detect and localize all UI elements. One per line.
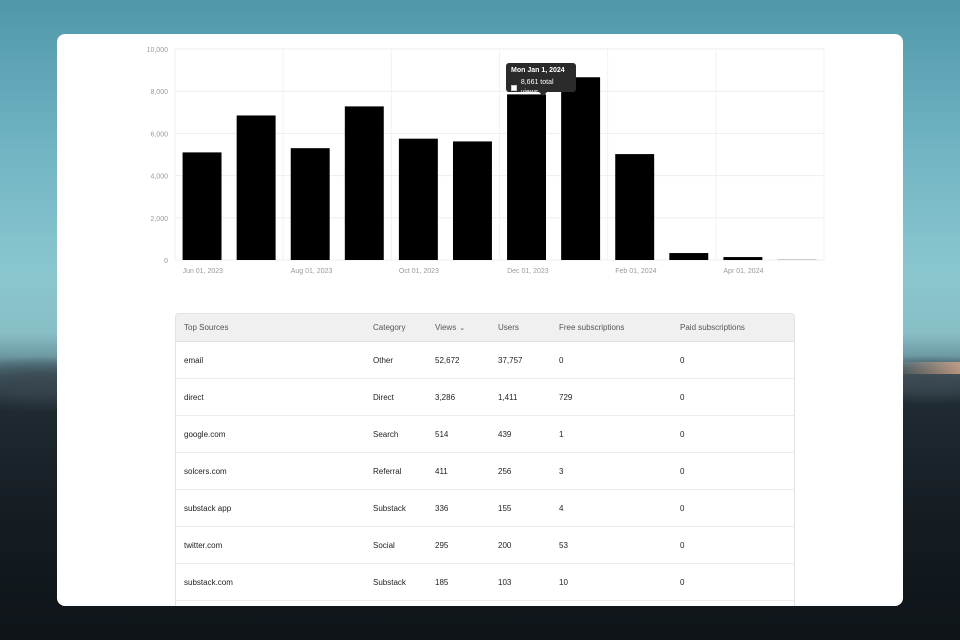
users-cell: 103 bbox=[498, 577, 512, 587]
table-row[interactable]: direct Direct 3,286 1,411 729 0 bbox=[176, 379, 794, 416]
source-cell[interactable]: substack app bbox=[176, 504, 365, 513]
header-paid-subscriptions[interactable]: Paid subscriptions bbox=[672, 323, 794, 332]
paid-subscriptions-cell: 0 bbox=[680, 577, 685, 587]
bar-6[interactable] bbox=[452, 141, 492, 260]
header-top-sources[interactable]: Top Sources bbox=[176, 323, 365, 332]
source-cell[interactable]: google.com bbox=[176, 430, 365, 439]
users-cell: 37,757 bbox=[498, 355, 523, 365]
tooltip-date: Mon Jan 1, 2024 bbox=[511, 67, 565, 74]
free-subscriptions-cell: 3 bbox=[559, 466, 564, 476]
paid-subscriptions-cell: 0 bbox=[680, 503, 685, 513]
header-users[interactable]: Users bbox=[490, 323, 551, 332]
source-cell[interactable]: twitter.com bbox=[176, 541, 365, 550]
bar-11[interactable] bbox=[723, 257, 763, 260]
tooltip-swatch-icon bbox=[511, 85, 517, 91]
source-cell[interactable]: email bbox=[176, 356, 365, 365]
y-tick-label: 8,000 bbox=[150, 89, 168, 96]
free-subscriptions-cell: 729 bbox=[559, 392, 573, 402]
views-cell: 411 bbox=[435, 466, 448, 476]
category-cell: Referral bbox=[373, 466, 402, 476]
free-subscriptions-cell: 53 bbox=[559, 540, 568, 550]
source-cell[interactable]: solcers.com bbox=[176, 467, 365, 476]
views-bar-chart: 0 2,000 4,000 6,000 8,000 10,000 Jun 01, 2023 A… bbox=[57, 34, 903, 284]
table-header-row: Top Sources Category Views ⌄ Users Free s… bbox=[176, 314, 794, 342]
bar-12[interactable] bbox=[777, 259, 817, 260]
bar-9[interactable] bbox=[615, 154, 655, 260]
category-cell: Direct bbox=[373, 392, 394, 402]
paid-subscriptions-cell: 0 bbox=[680, 392, 685, 402]
table-row[interactable]: email Other 52,672 37,757 0 0 bbox=[176, 342, 794, 379]
users-cell: 439 bbox=[498, 429, 512, 439]
header-free-subscriptions[interactable]: Free subscriptions bbox=[551, 323, 672, 332]
x-tick-label: Oct 01, 2023 bbox=[399, 268, 439, 275]
bar-4[interactable] bbox=[344, 106, 384, 260]
category-cell: Other bbox=[373, 355, 394, 365]
bar-5[interactable] bbox=[398, 138, 438, 260]
bar-1[interactable] bbox=[182, 152, 222, 260]
paid-subscriptions-cell: 0 bbox=[680, 355, 685, 365]
table-row[interactable]: substack.com Substack 185 103 10 0 bbox=[176, 564, 794, 601]
y-tick-label: 6,000 bbox=[150, 131, 168, 138]
views-cell: 514 bbox=[435, 429, 449, 439]
top-sources-table: Top Sources Category Views ⌄ Users Free s… bbox=[175, 313, 795, 606]
bar-3[interactable] bbox=[290, 148, 330, 260]
users-cell: 200 bbox=[498, 540, 512, 550]
free-subscriptions-cell: 0 bbox=[559, 355, 564, 365]
bar-10[interactable] bbox=[669, 253, 709, 260]
y-tick-label: 10,000 bbox=[147, 47, 169, 54]
source-cell[interactable]: substack.com bbox=[176, 578, 365, 587]
free-subscriptions-cell: 4 bbox=[559, 503, 564, 513]
category-cell: Search bbox=[373, 429, 399, 439]
header-category[interactable]: Category bbox=[365, 323, 427, 332]
paid-subscriptions-cell: 0 bbox=[680, 540, 685, 550]
x-tick-label: Jun 01, 2023 bbox=[183, 268, 224, 275]
y-tick-label: 4,000 bbox=[150, 174, 168, 181]
views-cell: 295 bbox=[435, 540, 449, 550]
table-row[interactable]: twitter.com Social 295 200 53 0 bbox=[176, 527, 794, 564]
x-tick-label: Dec 01, 2023 bbox=[507, 268, 549, 275]
y-tick-label: 2,000 bbox=[150, 216, 168, 223]
x-tick-label: Aug 01, 2023 bbox=[291, 268, 333, 275]
chart-tooltip: Mon Jan 1, 2024 8,661 total views bbox=[506, 63, 576, 96]
free-subscriptions-cell: 1 bbox=[559, 429, 564, 439]
views-cell: 336 bbox=[435, 503, 449, 513]
y-tick-label: 0 bbox=[164, 258, 168, 265]
users-cell: 256 bbox=[498, 466, 512, 476]
x-tick-label: Feb 01, 2024 bbox=[615, 268, 656, 275]
stats-card: 0 2,000 4,000 6,000 8,000 10,000 Jun 01, 2023 A… bbox=[57, 34, 903, 606]
category-cell: Substack bbox=[373, 577, 406, 587]
chevron-down-icon: ⌄ bbox=[459, 325, 466, 332]
category-cell: Social bbox=[373, 540, 395, 550]
views-cell: 52,672 bbox=[435, 355, 460, 365]
tooltip-arrow-icon bbox=[539, 92, 547, 96]
category-cell: Substack bbox=[373, 503, 406, 513]
paid-subscriptions-cell: 0 bbox=[680, 466, 685, 476]
bar-8[interactable] bbox=[561, 77, 601, 260]
views-cell: 185 bbox=[435, 577, 449, 587]
users-cell: 1,411 bbox=[498, 392, 518, 402]
users-cell: 155 bbox=[498, 503, 512, 513]
table-row[interactable]: substack app Substack 336 155 4 0 bbox=[176, 490, 794, 527]
bar-7[interactable] bbox=[507, 94, 547, 260]
views-cell: 3,286 bbox=[435, 392, 456, 402]
x-tick-label: Apr 01, 2024 bbox=[723, 268, 763, 275]
free-subscriptions-cell: 10 bbox=[559, 577, 568, 587]
table-row[interactable]: google.com Search 514 439 1 0 bbox=[176, 416, 794, 453]
source-cell[interactable]: direct bbox=[176, 393, 365, 402]
table-row[interactable]: solcers.com Referral 411 256 3 0 bbox=[176, 453, 794, 490]
bar-2[interactable] bbox=[236, 115, 276, 260]
table-body: email Other 52,672 37,757 0 0 direct Direct 3,28… bbox=[176, 342, 794, 601]
chart-svg: 0 2,000 4,000 6,000 8,000 10,000 Jun 01, 2023 A… bbox=[147, 47, 825, 275]
paid-subscriptions-cell: 0 bbox=[680, 429, 685, 439]
header-views-label: Views bbox=[435, 323, 457, 332]
header-views[interactable]: Views ⌄ bbox=[427, 323, 490, 332]
background-sunset-glow bbox=[895, 362, 960, 374]
